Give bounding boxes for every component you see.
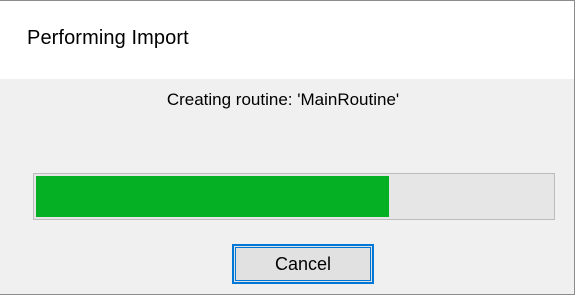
import-progress-dialog: Performing Import Creating routine: 'Mai… — [0, 0, 575, 295]
dialog-title-bar: Performing Import — [0, 1, 574, 79]
progress-bar-fill — [36, 176, 389, 217]
status-message: Creating routine: 'MainRoutine' — [166, 90, 400, 109]
dialog-title: Performing Import — [27, 27, 189, 49]
cancel-button-label: Cancel — [274, 253, 332, 274]
progress-bar — [33, 173, 555, 220]
cancel-button[interactable]: Cancel — [232, 244, 374, 284]
